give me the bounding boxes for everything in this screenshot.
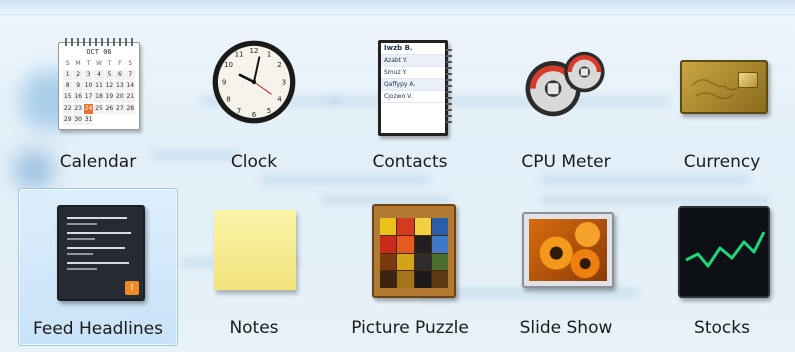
- calendar-day: 25: [94, 103, 104, 114]
- calendar-day: 8: [63, 81, 73, 92]
- calendar-day: 18: [94, 92, 104, 103]
- gadget-notes[interactable]: Notes: [174, 188, 334, 346]
- feed-headlines-icon: ⌇: [53, 205, 145, 301]
- notes-icon: [208, 204, 300, 296]
- calendar-day: 26: [104, 103, 115, 114]
- gadget-label: CPU Meter: [521, 152, 611, 172]
- gadget-label: Notes: [229, 318, 279, 338]
- calendar-day: 24: [83, 103, 94, 114]
- contact-row: Azabt Y.: [381, 55, 445, 67]
- gadget-label: Stocks: [694, 318, 750, 338]
- gadget-label: Currency: [683, 152, 761, 172]
- calendar-day: 12: [104, 81, 115, 92]
- gadget-label: Clock: [230, 152, 278, 172]
- gadget-label: Picture Puzzle: [351, 318, 469, 338]
- calendar-day: 2: [73, 70, 83, 81]
- calendar-day: 14: [125, 81, 135, 92]
- calendar-day: 15: [63, 92, 73, 103]
- cpu-meter-icon: [520, 38, 612, 130]
- gadget-calendar[interactable]: OCT 06 S M T W T F S 1 2 3 4 5 6 7 8 9 10 11 12 13 14 15 16 17 1…: [18, 22, 178, 180]
- calendar-day: 23: [73, 103, 83, 114]
- svg-text:10: 10: [224, 60, 233, 69]
- calendar-weekday: S: [128, 60, 133, 67]
- calendar-day: 21: [125, 92, 135, 103]
- calendar-day: 5: [104, 70, 115, 81]
- calendar-grid: S M T W T F S 1 2 3 4 5 6 7 8 9 10 11 12 13 14 15 16 17 18 19 20 21…: [63, 59, 135, 125]
- calendar-day: 17: [83, 92, 94, 103]
- calendar-weekday: W: [96, 60, 102, 67]
- gadget-cpu-meter[interactable]: CPU Meter: [486, 22, 646, 180]
- calendar-day: 13: [115, 81, 125, 92]
- calendar-day: 30: [73, 114, 83, 125]
- contact-row: Cjozwo V.: [381, 91, 445, 103]
- svg-text:4: 4: [277, 94, 282, 103]
- calendar-day: 20: [115, 92, 125, 103]
- calendar-day: 27: [115, 103, 125, 114]
- currency-icon: [676, 38, 768, 130]
- gadget-stocks[interactable]: Stocks: [642, 188, 795, 346]
- calendar-day: 9: [73, 81, 83, 92]
- calendar-weekday: T: [107, 60, 112, 67]
- calendar-day: 10: [83, 81, 94, 92]
- calendar-day: 29: [63, 114, 73, 125]
- gadget-slide-show[interactable]: Slide Show: [486, 188, 646, 346]
- window-top-strip: [0, 0, 795, 15]
- svg-text:12: 12: [250, 46, 259, 55]
- calendar-day: 7: [125, 70, 135, 81]
- svg-text:7: 7: [237, 106, 241, 115]
- svg-text:5: 5: [267, 106, 271, 115]
- contact-row: Smuz Y.: [381, 67, 445, 79]
- calendar-weekday: M: [75, 60, 81, 67]
- svg-text:11: 11: [235, 49, 244, 58]
- calendar-day: 11: [94, 81, 104, 92]
- calendar-day: 19: [104, 92, 115, 103]
- gadget-clock[interactable]: 12 1 2 345 678 9 10 11 Clock: [174, 22, 334, 180]
- calendar-day: 28: [125, 103, 135, 114]
- picture-puzzle-icon: [364, 204, 456, 298]
- calendar-day: 22: [63, 103, 73, 114]
- contact-row: Qaffypy A.: [381, 79, 445, 91]
- svg-text:1: 1: [267, 49, 271, 58]
- stocks-icon: [676, 204, 770, 298]
- calendar-day: 3: [83, 70, 94, 81]
- contacts-icon: Iwzb B. Azabt Y. Smuz Y. Qaffypy A. Cjoz…: [364, 38, 456, 136]
- gadget-picture-puzzle[interactable]: Picture Puzzle: [330, 188, 490, 346]
- gadget-gallery: OCT 06 S M T W T F S 1 2 3 4 5 6 7 8 9 10 11 12 13 14 15 16 17 1…: [8, 22, 788, 348]
- gadget-label: Slide Show: [519, 318, 613, 338]
- calendar-day: 31: [83, 114, 94, 125]
- calendar-day: 4: [94, 70, 104, 81]
- svg-text:9: 9: [222, 78, 226, 87]
- gadget-label: Contacts: [372, 152, 448, 172]
- svg-text:6: 6: [252, 110, 257, 119]
- gadget-label: Feed Headlines: [33, 319, 163, 339]
- contact-row: Iwzb B.: [381, 43, 445, 55]
- calendar-day: 16: [73, 92, 83, 103]
- calendar-month: OCT 06: [86, 48, 112, 56]
- rss-icon: ⌇: [125, 281, 139, 295]
- clock-icon: 12 1 2 345 678 9 10 11: [208, 38, 300, 130]
- gadget-contacts[interactable]: Iwzb B. Azabt Y. Smuz Y. Qaffypy A. Cjoz…: [330, 22, 490, 180]
- calendar-day: 6: [115, 70, 125, 81]
- calendar-day: 1: [63, 70, 73, 81]
- svg-text:2: 2: [277, 60, 281, 69]
- svg-text:3: 3: [282, 78, 286, 87]
- svg-text:8: 8: [226, 94, 230, 103]
- calendar-weekday: F: [118, 60, 122, 67]
- calendar-icon: OCT 06 S M T W T F S 1 2 3 4 5 6 7 8 9 10 11 12 13 14 15 16 17 1…: [52, 38, 144, 130]
- calendar-weekday: T: [86, 60, 91, 67]
- calendar-weekday: S: [65, 60, 70, 67]
- slide-show-icon: [520, 204, 614, 296]
- gadget-currency[interactable]: Currency: [642, 22, 795, 180]
- gadget-feed-headlines[interactable]: ⌇ Feed Headlines: [18, 188, 178, 346]
- gadget-label: Calendar: [59, 152, 137, 172]
